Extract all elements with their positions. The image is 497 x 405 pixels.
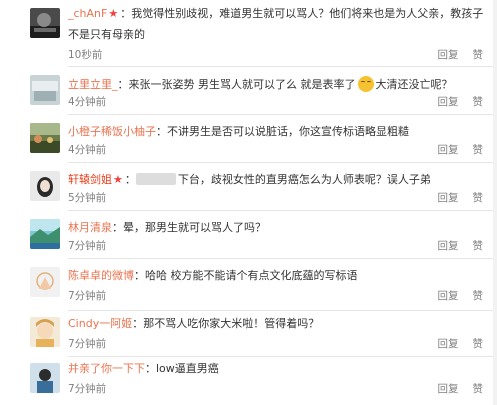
comment-item: 立里立里_：来张一张姿势 男生骂人就可以了么 就是表率了 大清还没亡呢？ 4分钟前… <box>0 67 497 115</box>
separator: ： <box>132 317 144 330</box>
user-name[interactable]: _chAnF <box>68 7 107 20</box>
reply-button[interactable]: 回复 <box>438 192 459 204</box>
separator: ： <box>117 78 129 91</box>
separator: ： <box>124 173 136 186</box>
timestamp: 7分钟前 <box>68 290 107 302</box>
comment-text-line: 立里立里_：来张一张姿势 男生骂人就可以了么 就是表率了 大清还没亡呢？ <box>68 76 493 93</box>
comment-text: low逼直男癌 <box>156 362 219 375</box>
like-button[interactable]: 赞 <box>473 192 484 204</box>
reply-button[interactable]: 回复 <box>438 96 459 108</box>
user-name[interactable]: 林月清泉 <box>68 221 112 234</box>
comment-actions: 回复 赞 <box>424 48 484 62</box>
like-button[interactable]: 赞 <box>473 383 484 395</box>
comment-text-line: Cindy一阿姬：那不骂人吃你家大米啦！管得着吗？ <box>68 316 493 332</box>
like-button[interactable]: 赞 <box>473 96 484 108</box>
comment-item: 林月清泉：晕，那男生就可以骂人了吗？ 7分钟前 回复 赞 <box>0 211 497 259</box>
comment-text: 那不骂人吃你家大米啦！管得着吗？ <box>143 317 320 330</box>
comment-actions: 回复 赞 <box>424 337 484 351</box>
like-button[interactable]: 赞 <box>473 49 484 61</box>
redacted-text <box>135 173 176 185</box>
smile-emoji-icon <box>357 76 374 92</box>
user-name[interactable]: 小橙子稀饭小柚子 <box>68 125 156 138</box>
timestamp: 7分钟前 <box>68 338 107 350</box>
timestamp: 10秒前 <box>68 49 103 61</box>
reply-button[interactable]: 回复 <box>438 290 459 302</box>
avatar[interactable] <box>30 123 60 153</box>
separator: ： <box>120 7 132 20</box>
timestamp: 4分钟前 <box>68 144 107 156</box>
comment-text: 下台，歧视女性的直男癌怎么为人师表呢？误人子弟 <box>177 173 431 186</box>
reply-button[interactable]: 回复 <box>438 383 459 395</box>
comment-text: 我觉得性别歧视，难道男生就可以骂人？他们将来也是为人父亲，教孩子 <box>131 7 484 20</box>
comment-item: _chAnF★ ：我觉得性别歧视，难道男生就可以骂人？他们将来也是为人父亲，教孩子… <box>0 0 497 67</box>
timestamp: 5分钟前 <box>68 192 107 204</box>
avatar[interactable] <box>30 171 60 201</box>
comment-item: 轩辕剑姐★： 下台，歧视女性的直男癌怎么为人师表呢？误人子弟 5分钟前 回复 赞 <box>0 163 497 211</box>
reply-button[interactable]: 回复 <box>438 338 459 350</box>
comment-actions: 回复 赞 <box>424 382 484 396</box>
timestamp: 4分钟前 <box>68 96 107 108</box>
comment-item: 陈卓卓的微博：哈哈 校方能不能请个有点文化底蕴的写标语 7分钟前 回复 赞 <box>0 259 497 311</box>
comment-item: 并亲了你一下下：low逼直男癌 7分钟前 回复 赞 <box>0 357 497 405</box>
user-name[interactable]: 轩辕剑姐 <box>68 173 112 186</box>
reply-button[interactable]: 回复 <box>438 240 459 252</box>
like-button[interactable]: 赞 <box>473 144 484 156</box>
comment-item: 小橙子稀饭小柚子：不讲男生是否可以说脏话，你这宣传标语略显粗糙 4分钟前 回复 赞 <box>0 115 497 163</box>
separator: ： <box>156 125 167 138</box>
comment-actions: 回复 赞 <box>424 289 484 303</box>
comment-text: 大清还没亡呢？ <box>375 78 453 91</box>
comment-text-line: 并亲了你一下下：low逼直男癌 <box>68 361 493 377</box>
comment-text: 来张一张姿势 男生骂人就可以了么 就是表率了 <box>128 78 356 91</box>
comment-text: 哈哈 校方能不能请个有点文化底蕴的写标语 <box>145 269 358 282</box>
user-name[interactable]: 立里立里_ <box>68 78 118 91</box>
separator: ： <box>134 269 145 282</box>
comment-text-line: 不是只有母亲的 <box>68 27 493 43</box>
scrollbar-track[interactable] <box>493 0 497 405</box>
comment-actions: 回复 赞 <box>424 143 484 157</box>
timestamp: 7分钟前 <box>68 240 107 252</box>
comment-item: Cindy一阿姬：那不骂人吃你家大米啦！管得着吗？ 7分钟前 回复 赞 <box>0 311 497 357</box>
avatar[interactable] <box>30 267 60 297</box>
like-button[interactable]: 赞 <box>473 240 484 252</box>
user-name[interactable]: 并亲了你一下下 <box>68 362 145 375</box>
like-button[interactable]: 赞 <box>473 338 484 350</box>
reply-button[interactable]: 回复 <box>438 144 459 156</box>
separator: ： <box>145 362 156 375</box>
comment-text-line: 轩辕剑姐★： 下台，歧视女性的直男癌怎么为人师表呢？误人子弟 <box>68 172 493 188</box>
comment-actions: 回复 赞 <box>424 239 484 253</box>
separator: ： <box>112 221 123 234</box>
avatar[interactable] <box>30 317 60 347</box>
comment-actions: 回复 赞 <box>424 191 484 205</box>
vip-badge-icon: ★ <box>108 7 119 20</box>
comment-text: 晕，那男生就可以骂人了吗？ <box>123 221 266 234</box>
user-name[interactable]: Cindy一阿姬 <box>68 317 132 330</box>
like-button[interactable]: 赞 <box>473 290 484 302</box>
user-name[interactable]: 陈卓卓的微博 <box>68 269 134 282</box>
comment-actions: 回复 赞 <box>424 95 484 109</box>
comment-text-line: 林月清泉：晕，那男生就可以骂人了吗？ <box>68 220 493 236</box>
vip-badge-icon: ★ <box>113 173 123 186</box>
comment-text: 不是只有母亲的 <box>68 28 145 41</box>
reply-button[interactable]: 回复 <box>438 49 459 61</box>
avatar[interactable] <box>30 363 60 393</box>
comment-text-line: 小橙子稀饭小柚子：不讲男生是否可以说脏话，你这宣传标语略显粗糙 <box>68 124 493 140</box>
comment-text: 不讲男生是否可以说脏话，你这宣传标语略显粗糙 <box>167 125 409 138</box>
avatar[interactable] <box>30 219 60 249</box>
avatar[interactable] <box>30 75 60 105</box>
avatar[interactable] <box>30 8 60 38</box>
timestamp: 7分钟前 <box>68 383 107 395</box>
comment-text-line: 陈卓卓的微博：哈哈 校方能不能请个有点文化底蕴的写标语 <box>68 268 493 284</box>
comment-text-line: _chAnF★ ：我觉得性别歧视，难道男生就可以骂人？他们将来也是为人父亲，教孩子 <box>68 6 493 22</box>
